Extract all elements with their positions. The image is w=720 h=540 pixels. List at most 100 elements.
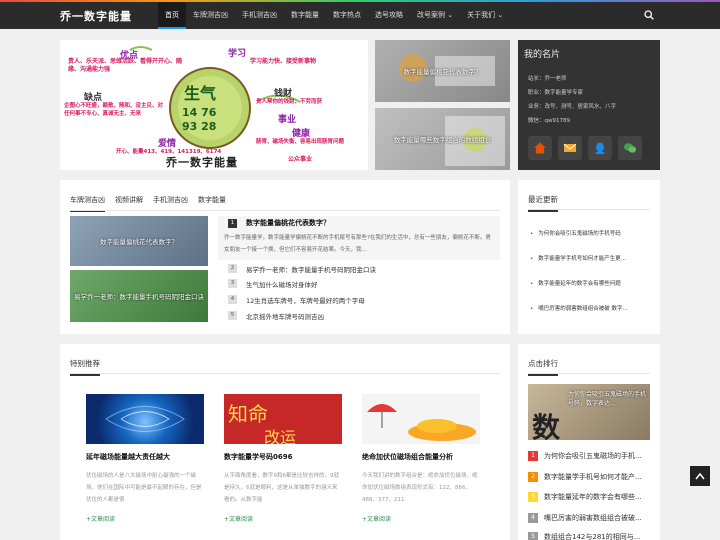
wechat-icon[interactable] [618,136,642,160]
banner-shiye-text: 公众事业 [288,156,313,163]
article-rank-number: 1 [228,219,237,228]
profile-line-owner: 站长：乔一老师 [528,76,567,82]
featured-article[interactable]: 1 数字能量偏桃花代表数字？ 乔一数字能量学，数字能量学偏桃花不断的手机尾号有那… [218,216,500,260]
banner-label-youdian: 优点 [120,51,139,61]
list-item[interactable]: 1 为何你会吸引五鬼磁场的手机... [528,451,652,463]
card-image-art [367,404,476,441]
nav-item-home[interactable]: 首页 [158,2,186,29]
ranking-image-caption: 为何你会吸引五鬼磁场的手机号码，数字表达... [568,391,647,407]
card-title[interactable]: 绝命加伏位磁场组合能量分析 [362,452,492,462]
article-thumb-caption: 数字能量偏桃花代表数字？ [100,238,178,246]
ranking-image-text: 数 [532,411,561,440]
list-item[interactable]: 4 嘴巴厉害的弱害数组组合被破... [528,513,652,525]
list-item[interactable]: 2 数字能量学手机号如何才能产... [528,472,652,484]
profile-title: 我的名片 [524,50,561,60]
read-more-link[interactable]: +文章阅读 [362,514,492,523]
rank-title: 数字能量延年的数字会有哪些... [544,493,642,501]
list-item[interactable]: 数字能量学手机号如何才能产生更... [530,254,650,262]
rank-title: 数字能量学手机号如何才能产... [544,473,642,481]
nav-item-about-label: 关于我们 [467,11,496,19]
chevron-down-icon: ⌄ [495,11,504,19]
read-more-link[interactable]: +文章阅读 [86,514,216,523]
card[interactable]: 知命 改运 数字能量学号码0696 从字面角度看，数字9和6都是比较吉祥的。9就… [224,394,354,523]
recent-divider [528,209,650,210]
card-title[interactable]: 数字能量学号码0696 [224,452,354,462]
card-image [362,394,480,444]
banner-label-shengqi: 生气 [184,84,217,103]
rank-title: 嘴巴厉害的弱害数组组合被破... [544,514,642,522]
ranking-divider [528,373,650,374]
banner-quedian-text: 企图心不旺盛，赖散、随和、没主见、对任何事不专心、真诚无主、无来 [64,103,164,117]
ranking-image[interactable]: 数 为何你会吸引五鬼磁场的手机号码，数字表达... [528,384,650,440]
list-item[interactable]: 为何你会吸引五鬼磁场的手机号码 [530,229,650,237]
banner-qiancai-text: 贵人帮你的钱财、不劳而获 [256,99,323,105]
banner-xuexi-text: 学习能力快、接受新事物 [250,58,317,65]
list-item[interactable]: 北京摇外地车牌号码测吉凶 [246,311,324,321]
rank-number: 1 [528,451,538,461]
rank-title: 数组组合142与281的相同与... [544,533,641,540]
article-rank-number: 2 [228,264,237,273]
profile-icons [528,136,642,160]
slider-thumb-1[interactable]: 数字能量偏桃花代表数字？ [375,40,510,102]
card-image [86,394,204,444]
banner-label-xuexi: 学习 [228,49,247,59]
site-logo[interactable]: 乔一数字能量 [60,8,132,24]
banner-jiankang-text: 肠胃、磁场失衡、容易出现肠胃问题 [256,139,345,145]
tabs-divider [70,210,500,211]
back-to-top-button[interactable] [690,466,710,486]
featured-article-title[interactable]: 数字能量偏桃花代表数字？ [246,218,330,228]
card-image-text: 知命 [228,402,268,426]
banner-caption: 乔一数字能量 [166,154,238,170]
nav-item-about[interactable]: 关于我们 ⌄ [460,2,510,29]
nav-item-hot[interactable]: 数字热点 [326,2,368,29]
search-icon[interactable] [644,10,654,20]
profile-line-job: 职业：数字能量学专家 [528,90,584,96]
main-nav: 首页 车牌测吉凶 手机测吉凶 数字能量 数字热点 选号攻略 改号案例 ⌄ 关于我… [158,2,510,29]
home-icon[interactable] [528,136,552,160]
nav-item-guide[interactable]: 选号攻略 [368,2,410,29]
article-rank-number: 4 [228,295,237,304]
slider-thumb-2[interactable]: 数字能量哪些数字组合的数组组合 [375,108,510,170]
list-item[interactable]: 12生肖选车牌号，车牌号最好的两个字母 [246,295,365,305]
list-item[interactable]: 嘴巴厉害的弱害数组组合被破 数字... [530,304,650,312]
list-item[interactable]: 3 数字能量延年的数字会有哪些... [528,492,652,504]
article-thumb-caption: 易学乔一老师：数字能量手机号码阴阳金口诀 [74,293,204,301]
article-thumb-1[interactable]: 数字能量偏桃花代表数字？ [70,216,208,266]
rank-number: 3 [528,492,538,502]
profile-line-services: 业务：改号、测号、居家风水、八字 [528,104,617,110]
article-rank-number: 5 [228,311,237,320]
list-item[interactable]: 5 数组组合142与281的相同与... [528,532,652,540]
list-item[interactable]: 数字能量延年的数字会有哪些问题 [530,279,650,287]
nav-item-cases-label: 改号案例 [417,11,445,19]
nav-item-energy[interactable]: 数字能量 [284,2,326,29]
recent-panel: 最近更新 为何你会吸引五鬼磁场的手机号码 数字能量学手机号如何才能产生更... … [518,180,660,334]
card-title[interactable]: 延年磁场能量越大责任越大 [86,452,216,462]
qq-icon[interactable] [588,136,612,160]
card[interactable]: 延年磁场能量越大责任越大 伏位磁场的人是八大磁场中耐心最强的一个磁场，他们在国际… [86,394,216,523]
banner-number-1: 14 76 [182,106,217,119]
featured-article-excerpt: 乔一数字能量学，数字能量学偏桃花不断的手机尾号有那些?在我们的生活中，总有一些朋… [224,235,491,253]
nav-item-plate[interactable]: 车牌测吉凶 [186,2,235,29]
read-more-link[interactable]: +文章阅读 [224,514,354,523]
card-excerpt: 从字面角度看，数字9和6都是比较吉祥的。9就是持久，6就是顺利，这是从单独数字的… [224,473,339,503]
site-header: 乔一数字能量 首页 车牌测吉凶 手机测吉凶 数字能量 数字热点 选号攻略 改号案… [0,2,720,29]
profile-line-wechat: 微信：qw91789 [528,118,570,124]
card-excerpt: 伏位磁场的人是八大磁场中耐心最强的一个磁场，他们在国际中可能是最不起眼的存在，但… [86,473,202,503]
list-item[interactable]: 生气加什么磁场对身体好 [246,279,318,289]
rank-number: 4 [528,513,538,523]
article-thumb-2[interactable]: 易学乔一老师：数字能量手机号码阴阳金口诀 [70,270,208,322]
card-image-text: 改运 [264,428,297,444]
banner-number-2: 93 28 [182,120,217,133]
banner-slider[interactable]: 贵人、乐天派、思维活跃、看得开开心、随缘、沟通能力强 优点 学习 学习能力快、接… [60,40,368,170]
mail-icon[interactable] [558,136,582,160]
card-image: 知命 改运 [224,394,342,444]
article-rank-number: 3 [228,279,237,288]
list-item[interactable]: 易学乔一老师：数字能量手机号码阴阳金口诀 [246,264,376,274]
thumb-caption: 数字能量哪些数字组合的数组组合 [393,136,492,144]
nav-item-phone[interactable]: 手机测吉凶 [235,2,284,29]
rank-title: 为何你会吸引五鬼磁场的手机... [544,452,642,460]
rank-number: 2 [528,472,538,482]
card[interactable]: 绝命加伏位磁场组合能量分析 今天我们讲的数字组合是：绝命加伏位磁场，绝命加伏位磁… [362,394,492,523]
nav-item-cases[interactable]: 改号案例 ⌄ [410,2,460,29]
chevron-up-icon [695,472,705,480]
